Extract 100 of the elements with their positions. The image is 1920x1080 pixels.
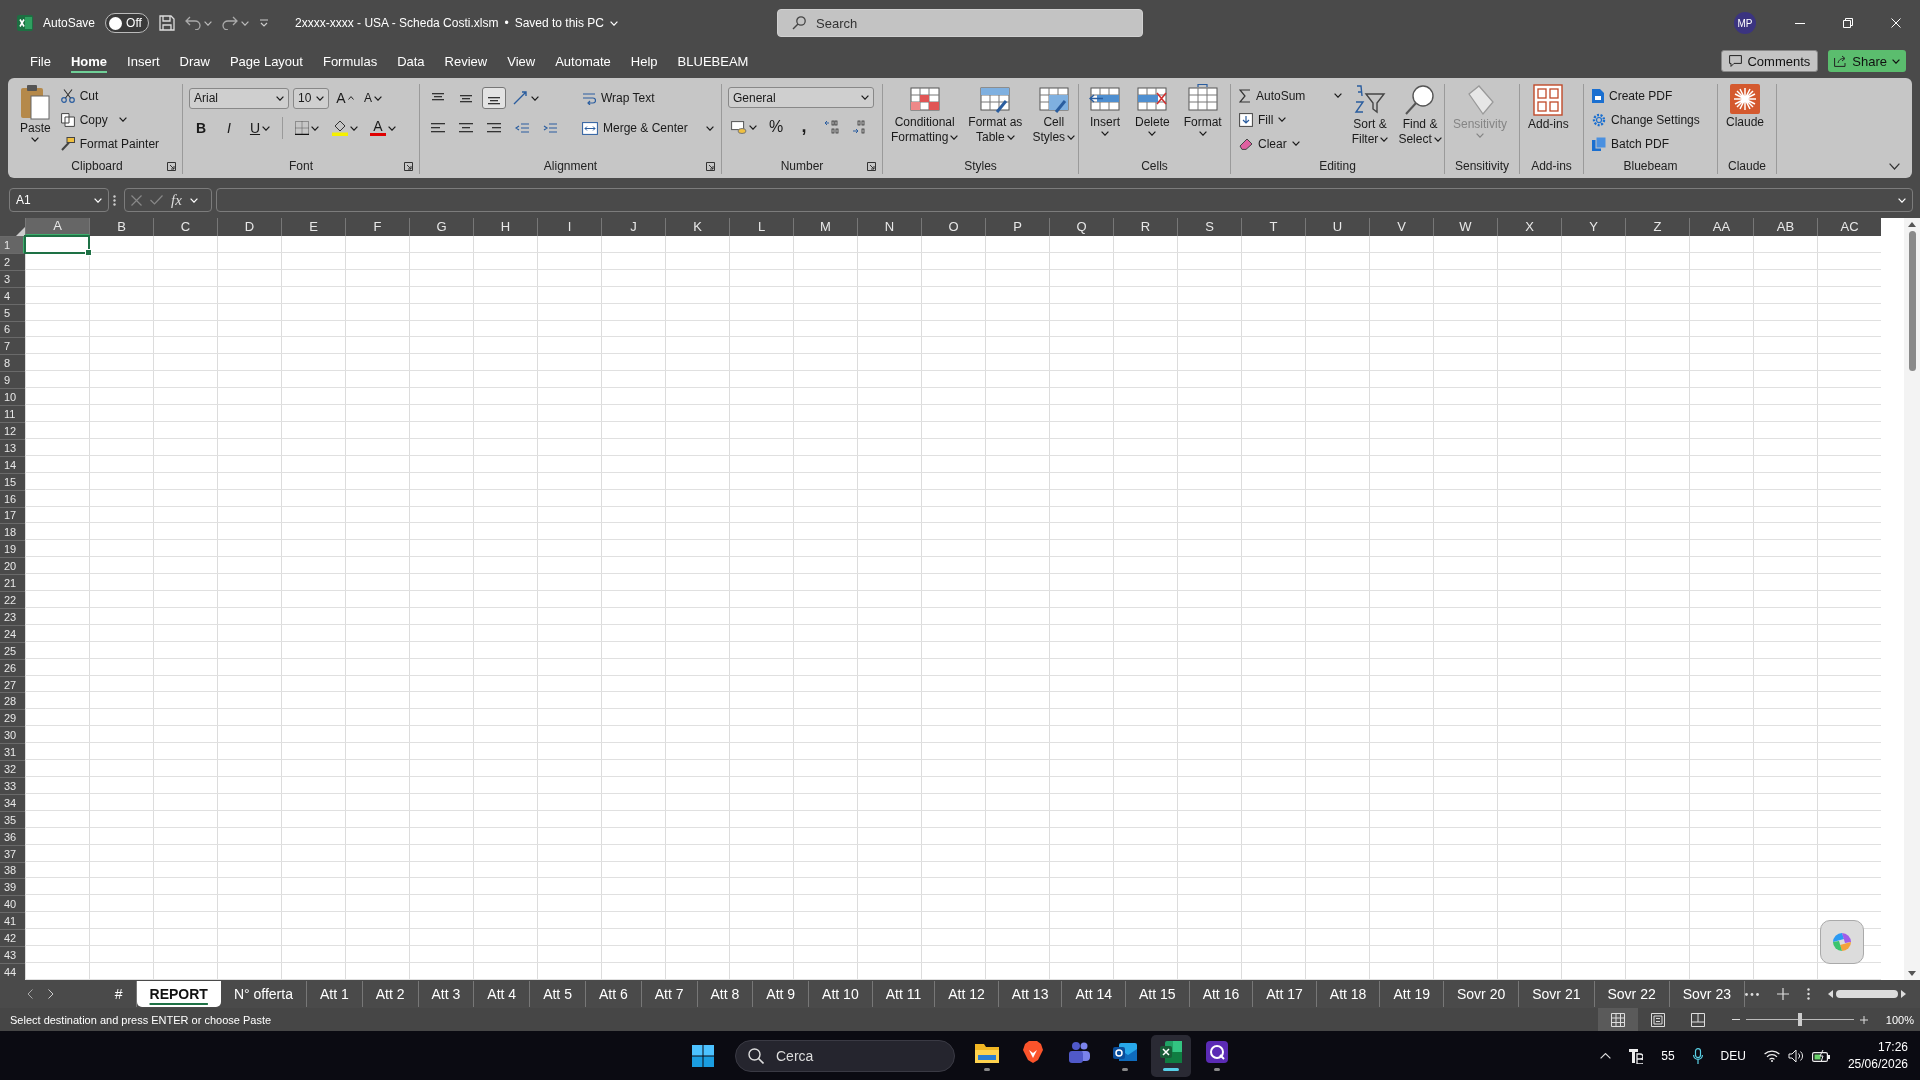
sheet-tab[interactable]: Att 3 xyxy=(418,981,475,1007)
sheet-tab[interactable]: Att 16 xyxy=(1189,981,1254,1007)
comments-button[interactable]: Comments xyxy=(1721,50,1819,72)
sheet-tab[interactable]: Att 18 xyxy=(1316,981,1381,1007)
column-header[interactable]: Z xyxy=(1625,218,1689,236)
clock[interactable]: 17:26 25/06/2026 xyxy=(1847,1040,1908,1071)
column-header[interactable]: M xyxy=(793,218,857,236)
sheet-tab[interactable]: Att 10 xyxy=(809,981,873,1007)
row-header[interactable]: 40 xyxy=(0,895,25,913)
column-header[interactable]: P xyxy=(985,218,1049,236)
column-header[interactable]: J xyxy=(601,218,665,236)
format-painter-button[interactable]: Format Painter xyxy=(58,133,162,154)
horizontal-scrollbar[interactable] xyxy=(1828,987,1906,1001)
row-header[interactable]: 39 xyxy=(0,878,25,896)
row-header[interactable]: 37 xyxy=(0,844,25,862)
insert-function-button[interactable]: fx xyxy=(171,191,182,209)
paste-button[interactable]: Paste xyxy=(18,84,53,142)
customize-toolbar-button[interactable] xyxy=(259,19,270,27)
sheet-tab[interactable]: Sovr 20 xyxy=(1444,981,1520,1007)
column-header[interactable]: Y xyxy=(1561,218,1625,236)
row-header[interactable]: 24 xyxy=(0,624,25,642)
cells-button[interactable]: Delete xyxy=(1131,84,1174,136)
menu-tab[interactable]: Home xyxy=(60,48,118,74)
row-header[interactable]: 41 xyxy=(0,912,25,930)
sheet-tab[interactable]: Att 5 xyxy=(530,981,586,1007)
row-header[interactable]: 18 xyxy=(0,523,25,541)
row-header[interactable]: 14 xyxy=(0,455,25,473)
zoom-level[interactable]: 100% xyxy=(1874,1013,1920,1026)
row-header[interactable]: 32 xyxy=(0,760,25,777)
clear-button[interactable]: Clear xyxy=(1237,133,1344,154)
view-button[interactable] xyxy=(1598,1008,1638,1031)
share-button[interactable]: Share xyxy=(1828,50,1906,72)
slider-thumb[interactable] xyxy=(1798,1013,1802,1026)
row-header[interactable]: 11 xyxy=(0,405,25,422)
font-name-dropdown[interactable]: Arial xyxy=(189,87,289,109)
column-header[interactable]: H xyxy=(473,218,537,236)
menu-tab[interactable]: Review xyxy=(434,48,498,74)
menu-tab[interactable]: Draw xyxy=(169,48,220,74)
styles-button[interactable]: Cell Styles xyxy=(1030,84,1078,144)
menu-tab[interactable]: File xyxy=(20,48,61,74)
fill-button[interactable]: Fill xyxy=(1237,109,1344,130)
column-header[interactable]: AC xyxy=(1817,218,1881,236)
menu-tab[interactable]: Page Layout xyxy=(219,48,313,74)
more-sheets-button[interactable] xyxy=(1745,992,1759,996)
column-header[interactable]: W xyxy=(1433,218,1497,236)
sheet-tab[interactable]: REPORT xyxy=(136,981,221,1007)
row-header[interactable]: 5 xyxy=(0,303,25,321)
file-title[interactable]: 2xxxx-xxxx - USA - Scheda Costi.xlsm • Saved to this PC xyxy=(295,16,619,30)
sheet-tab[interactable]: N° offerta xyxy=(220,981,307,1007)
find-select-button[interactable]: Find & Select xyxy=(1396,84,1444,146)
row-header[interactable]: 6 xyxy=(0,320,25,338)
column-header[interactable]: A xyxy=(25,218,89,236)
row-header[interactable]: 9 xyxy=(0,371,25,389)
sheet-tab[interactable]: Sovr 23 xyxy=(1669,981,1745,1007)
row-header[interactable]: 34 xyxy=(0,793,25,811)
input-language[interactable]: DEU xyxy=(1720,1048,1746,1063)
row-header[interactable]: 17 xyxy=(0,506,25,524)
italic-button[interactable]: I xyxy=(217,117,241,139)
row-header[interactable]: 36 xyxy=(0,827,25,845)
comma-style-button[interactable]: , xyxy=(792,116,816,138)
row-header[interactable]: 35 xyxy=(0,810,25,828)
column-header[interactable]: B xyxy=(89,218,153,236)
sheet-tab[interactable]: Att 6 xyxy=(585,981,642,1007)
sheet-tab[interactable]: Att 4 xyxy=(474,981,531,1007)
options-button[interactable] xyxy=(1807,988,1810,1000)
bluebeam-button[interactable]: Create PDF xyxy=(1590,85,1702,106)
row-header[interactable]: 21 xyxy=(0,574,25,592)
vertical-scrollbar[interactable] xyxy=(1904,218,1920,980)
redo-button[interactable] xyxy=(222,16,239,30)
grow-font-button[interactable]: A xyxy=(333,87,357,109)
row-header[interactable]: 3 xyxy=(0,269,25,287)
column-header[interactable]: L xyxy=(729,218,793,236)
row-header[interactable]: 31 xyxy=(0,743,25,761)
sheet-tab[interactable]: # xyxy=(101,981,137,1007)
column-header[interactable]: R xyxy=(1113,218,1177,236)
column-header[interactable]: S xyxy=(1177,218,1241,236)
tray-count[interactable]: 55 xyxy=(1661,1048,1675,1063)
sheet-tab[interactable]: Att 2 xyxy=(362,981,419,1007)
selected-cell[interactable] xyxy=(24,235,90,254)
column-header[interactable]: O xyxy=(921,218,985,236)
bluebeam-button[interactable]: Batch PDF xyxy=(1590,133,1702,154)
autosave-toggle[interactable]: Off xyxy=(105,13,150,33)
row-header[interactable]: 23 xyxy=(0,607,25,625)
save-button[interactable] xyxy=(159,15,176,31)
row-header[interactable]: 38 xyxy=(0,861,25,879)
sheet-tab[interactable]: Att 1 xyxy=(306,981,363,1007)
column-header[interactable]: K xyxy=(665,218,729,236)
row-header[interactable]: 22 xyxy=(0,591,25,608)
row-header[interactable]: 10 xyxy=(0,388,25,406)
menu-tab[interactable]: Formulas xyxy=(312,48,388,74)
new-sheet-button[interactable] xyxy=(1777,988,1789,1000)
column-header[interactable]: V xyxy=(1369,218,1433,236)
collapse-ribbon-button[interactable] xyxy=(1889,163,1900,170)
copy-button[interactable]: Copy xyxy=(58,109,162,130)
percent-button[interactable]: % xyxy=(764,116,788,138)
sheet-tab[interactable]: Att 8 xyxy=(697,981,754,1007)
column-header[interactable]: I xyxy=(537,218,601,236)
bold-button[interactable]: B xyxy=(189,117,213,139)
sheet-tab[interactable]: Att 9 xyxy=(753,981,810,1007)
name-box[interactable]: A1 xyxy=(9,188,109,212)
